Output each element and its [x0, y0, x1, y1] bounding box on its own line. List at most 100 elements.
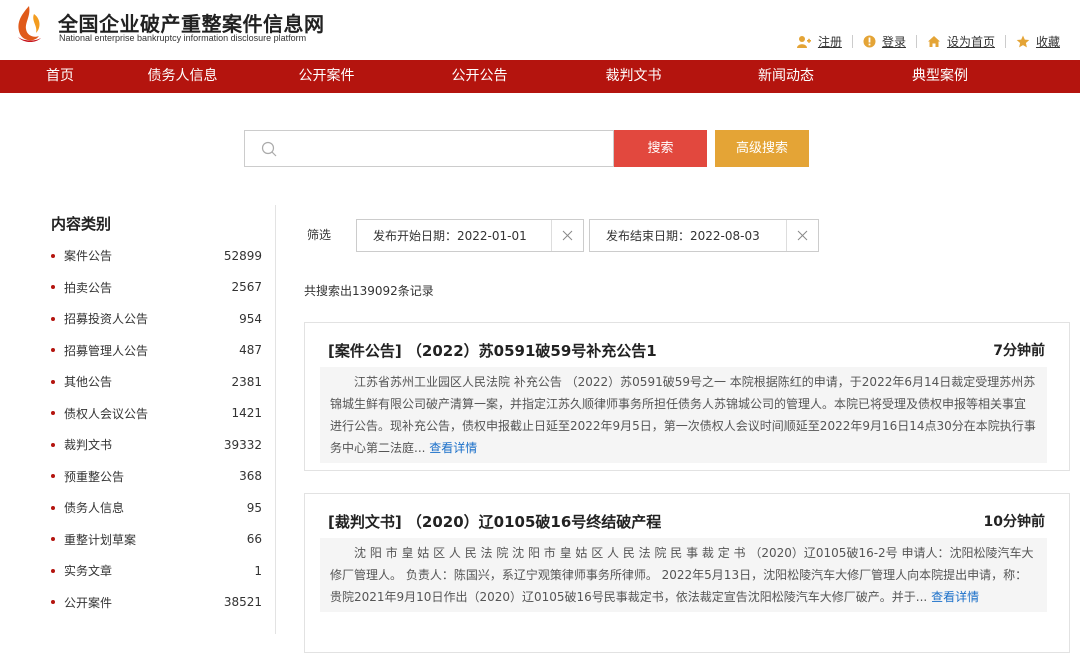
- bullet-dot: [51, 568, 55, 573]
- nav-public-cases[interactable]: 公开案件: [245, 60, 408, 93]
- result-time: 7分钟前: [993, 343, 1045, 359]
- result-summary-text: 沈 阳 市 皇 姑 区 人 民 法 院 沈 阳 市 皇 姑 区 人 民 法 院 …: [330, 546, 1034, 604]
- category-count: 52899: [223, 248, 262, 263]
- advanced-search-button[interactable]: 高级搜索: [715, 130, 809, 167]
- result-time: 10分钟前: [983, 514, 1045, 530]
- set-homepage-link[interactable]: 设为首页: [927, 33, 995, 50]
- category-item[interactable]: 裁判文书 39332: [49, 429, 262, 460]
- set-homepage-label: 设为首页: [946, 35, 995, 49]
- register-link[interactable]: 注册: [796, 33, 842, 50]
- site-header: 全国企业破产重整案件信息网 National enterprise bankru…: [0, 0, 1080, 60]
- category-item[interactable]: 招募管理人公告 487: [49, 335, 262, 366]
- search-button[interactable]: 搜索: [614, 130, 707, 167]
- category-label: 公开案件: [64, 595, 113, 610]
- register-label: 注册: [817, 35, 842, 49]
- bullet-dot: [51, 316, 55, 321]
- bullet-dot: [51, 379, 55, 384]
- favorite-label: 收藏: [1035, 35, 1060, 49]
- close-icon[interactable]: [786, 220, 818, 251]
- bullet-dot: [51, 505, 55, 510]
- login-link[interactable]: 登录: [863, 33, 906, 50]
- flame-logo-icon[interactable]: [14, 4, 44, 44]
- nav-judgments[interactable]: 裁判文书: [551, 60, 716, 93]
- result-title[interactable]: [案件公告] （2022）苏0591破59号补充公告1: [328, 340, 657, 361]
- category-item[interactable]: 公开案件 38521: [49, 587, 262, 618]
- category-label: 重整计划草案: [64, 532, 137, 547]
- category-count: 2567: [231, 280, 262, 294]
- divider: [1004, 35, 1006, 48]
- category-item[interactable]: 重整计划草案 66: [49, 524, 262, 555]
- category-label: 实务文章: [64, 564, 113, 578]
- top-links: 注册 登录 设为首页 收藏: [796, 33, 1060, 50]
- filter-chip-start-date[interactable]: 发布开始日期：2022-01-01: [356, 219, 584, 252]
- category-count: 38521: [223, 595, 262, 609]
- category-count: 95: [246, 500, 262, 515]
- result-summary: 江苏省苏州工业园区人民法院 补充公告 （2022）苏0591破59号之一 本院根…: [320, 367, 1047, 463]
- filter-chip-end-date[interactable]: 发布结束日期：2022-08-03: [589, 219, 819, 252]
- category-count: 66: [246, 532, 262, 546]
- home-icon: [927, 35, 941, 48]
- result-title[interactable]: [裁判文书] （2020）辽0105破16号终结破产程: [328, 511, 661, 532]
- star-icon: [1016, 35, 1030, 48]
- category-label: 债权人会议公告: [64, 406, 149, 421]
- nav-home[interactable]: 首页: [0, 60, 120, 93]
- bullet-dot: [51, 600, 55, 604]
- search-box: [244, 130, 614, 167]
- category-label: 其他公告: [64, 375, 113, 389]
- bullet-dot: [51, 474, 55, 478]
- bullet-dot: [51, 253, 55, 258]
- main-nav: 首页 债务人信息 公开案件 公开公告 裁判文书 新闻动态 典型案例: [0, 60, 1080, 93]
- nav-debtor-info[interactable]: 债务人信息: [120, 60, 245, 93]
- category-item[interactable]: 债务人信息 95: [49, 492, 262, 523]
- category-item[interactable]: 案件公告 52899: [49, 240, 262, 271]
- category-count: 954: [239, 311, 262, 326]
- bullet-dot: [51, 442, 55, 447]
- filter-label: 筛选: [307, 228, 332, 242]
- sidebar-divider: [275, 205, 276, 634]
- category-label: 招募管理人公告: [64, 343, 149, 358]
- view-details-link[interactable]: 查看详情: [931, 590, 979, 604]
- category-count: 1421: [231, 406, 262, 420]
- category-item[interactable]: 债权人会议公告 1421: [49, 398, 262, 429]
- result-count: 共搜索出139092条记录: [304, 284, 434, 298]
- category-item[interactable]: 实务文章 1: [49, 555, 262, 586]
- category-count: 1: [254, 563, 262, 578]
- filter-chip-label: 发布开始日期：2022-01-01: [373, 229, 527, 243]
- nav-news[interactable]: 新闻动态: [716, 60, 856, 93]
- category-item[interactable]: 拍卖公告 2567: [49, 272, 262, 303]
- category-item[interactable]: 预重整公告 368: [49, 461, 262, 492]
- bullet-dot: [51, 348, 55, 352]
- divider: [915, 35, 917, 48]
- search-icon: [261, 141, 277, 161]
- category-label: 招募投资人公告: [64, 312, 149, 326]
- login-icon: [863, 35, 876, 48]
- bullet-dot: [51, 285, 55, 289]
- category-item[interactable]: 其他公告 2381: [49, 366, 262, 397]
- result-card: [裁判文书] （2020）辽0105破16号终结破产程 10分钟前 沈 阳 市 …: [304, 493, 1070, 653]
- category-label: 预重整公告: [64, 469, 125, 484]
- bullet-dot: [51, 537, 55, 541]
- category-label: 拍卖公告: [64, 280, 113, 295]
- category-count: 2381: [231, 374, 262, 389]
- category-label: 案件公告: [64, 249, 113, 263]
- register-icon: [796, 35, 812, 49]
- search-input[interactable]: [285, 136, 605, 161]
- divider: [851, 35, 853, 48]
- view-details-link[interactable]: 查看详情: [429, 441, 477, 455]
- filter-chip-label: 发布结束日期：2022-08-03: [606, 229, 760, 243]
- category-label: 裁判文书: [64, 438, 113, 452]
- sidebar-title: 内容类别: [51, 215, 112, 233]
- site-subtitle: National enterprise bankruptcy informati…: [59, 33, 307, 43]
- result-card: [案件公告] （2022）苏0591破59号补充公告1 7分钟前 江苏省苏州工业…: [304, 322, 1070, 471]
- category-count: 368: [239, 469, 262, 483]
- close-icon[interactable]: [551, 220, 583, 251]
- nav-typical-cases[interactable]: 典型案例: [856, 60, 1024, 93]
- category-item[interactable]: 招募投资人公告 954: [49, 303, 262, 334]
- login-label: 登录: [881, 35, 906, 49]
- result-summary: 沈 阳 市 皇 姑 区 人 民 法 院 沈 阳 市 皇 姑 区 人 民 法 院 …: [320, 538, 1047, 612]
- bullet-dot: [51, 411, 55, 415]
- category-count: 487: [239, 343, 262, 357]
- nav-public-announcements[interactable]: 公开公告: [408, 60, 551, 93]
- category-label: 债务人信息: [64, 501, 125, 515]
- favorite-link[interactable]: 收藏: [1016, 33, 1060, 50]
